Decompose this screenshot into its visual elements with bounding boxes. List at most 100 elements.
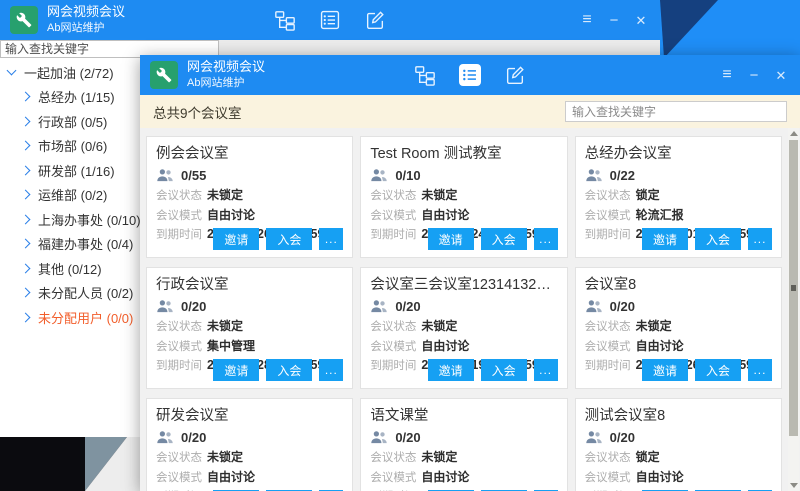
tree-item-label: 研发部 (1/16)	[38, 161, 115, 180]
people-icon	[370, 430, 388, 444]
room-list-content: 例会会议室 0/55 会议状态 未锁定 会议模式	[140, 128, 800, 491]
meeting-status-label: 会议状态	[370, 190, 418, 203]
more-button[interactable]: ...	[319, 359, 343, 381]
invite-button[interactable]: 邀请	[642, 359, 688, 381]
vertical-scrollbar[interactable]	[788, 128, 799, 491]
meeting-status-value: 未锁定	[421, 320, 457, 333]
occupancy-row: 0/20	[156, 298, 343, 314]
scroll-up-arrow-icon[interactable]	[790, 131, 798, 136]
people-icon	[156, 299, 174, 313]
meeting-status-label: 会议状态	[370, 452, 418, 465]
wallpaper-top-right	[650, 0, 800, 58]
meeting-status-value: 未锁定	[207, 189, 243, 202]
room-occupancy: 0/20	[181, 430, 206, 445]
org-chart-icon[interactable]	[274, 9, 296, 31]
meeting-room-card: 例会会议室 0/55 会议状态 未锁定 会议模式	[146, 136, 353, 258]
close-icon[interactable]: ✕	[772, 69, 790, 82]
join-button[interactable]: 入会	[481, 359, 527, 381]
more-button[interactable]: ...	[319, 228, 343, 250]
room-occupancy: 0/20	[181, 299, 206, 314]
meeting-status-row: 会议状态 未锁定	[370, 320, 557, 334]
org-chart-icon[interactable]	[414, 64, 436, 86]
more-button[interactable]: ...	[748, 359, 772, 381]
menu-icon[interactable]: ≡	[578, 12, 596, 28]
room-list-icon[interactable]	[319, 9, 341, 31]
scrollbar-thumb[interactable]	[789, 140, 798, 436]
meeting-status-row: 会议状态 未锁定	[585, 320, 772, 334]
window-controls: ≡ − ✕	[578, 12, 650, 28]
expire-time-label: 到期时间	[156, 229, 204, 242]
chevron-right-icon	[21, 312, 31, 322]
meeting-room-card: 语文课堂 0/20 会议状态 未锁定 会议模式	[360, 398, 567, 491]
invite-button[interactable]: 邀请	[213, 228, 259, 250]
meeting-status-label: 会议状态	[585, 190, 633, 203]
minimize-icon[interactable]: −	[745, 68, 763, 83]
room-grid: 例会会议室 0/55 会议状态 未锁定 会议模式	[146, 136, 782, 491]
room-search-input[interactable]	[565, 101, 787, 122]
app-title: 网会视频会议	[47, 4, 125, 21]
tree-item-label: 福建办事处 (0/4)	[38, 234, 133, 253]
room-title: 研发会议室	[156, 404, 343, 425]
join-button[interactable]: 入会	[266, 228, 312, 250]
tree-item[interactable]: 行政部 (0/5)	[0, 109, 145, 134]
tree-item[interactable]: 上海办事处 (0/10)	[0, 207, 145, 232]
meeting-status-label: 会议状态	[156, 452, 204, 465]
meeting-status-row: 会议状态 锁定	[585, 189, 772, 203]
compose-edit-icon[interactable]	[504, 64, 526, 86]
tree-item[interactable]: 总经办 (1/15)	[0, 85, 145, 110]
wallpaper-bottom-left	[0, 437, 141, 491]
invite-button[interactable]: 邀请	[642, 228, 688, 250]
tree-item-label: 一起加油 (2/72)	[24, 63, 114, 82]
people-icon	[585, 299, 603, 313]
more-button[interactable]: ...	[534, 359, 558, 381]
app-title: 网会视频会议	[187, 59, 265, 76]
meeting-status-label: 会议状态	[585, 321, 633, 334]
tree-item[interactable]: 未分配用户 (0/0)	[0, 305, 145, 330]
tree-item-root[interactable]: 一起加油 (2/72)	[0, 60, 145, 85]
people-icon	[585, 430, 603, 444]
occupancy-row: 0/20	[370, 429, 557, 445]
room-title: 测试会议室8	[585, 404, 772, 425]
more-button[interactable]: ...	[534, 228, 558, 250]
card-actions: 邀请 入会 ...	[642, 228, 772, 250]
people-icon	[585, 168, 603, 182]
menu-icon[interactable]: ≡	[718, 67, 736, 83]
join-button[interactable]: 入会	[695, 228, 741, 250]
join-button[interactable]: 入会	[695, 359, 741, 381]
tree-item-label: 行政部 (0/5)	[38, 112, 107, 131]
room-occupancy: 0/20	[610, 430, 635, 445]
invite-button[interactable]: 邀请	[213, 359, 259, 381]
minimize-icon[interactable]: −	[605, 13, 623, 28]
occupancy-row: 0/20	[585, 429, 772, 445]
app-subtitle: Ab网站维护	[187, 76, 265, 90]
meeting-mode-label: 会议模式	[156, 341, 204, 354]
expire-time-label: 到期时间	[370, 360, 418, 373]
card-actions: 邀请 入会 ...	[213, 228, 343, 250]
chevron-right-icon	[21, 288, 31, 298]
chevron-right-icon	[21, 165, 31, 175]
meeting-mode-row: 会议模式 自由讨论	[156, 471, 343, 485]
tree-item[interactable]: 未分配人员 (0/2)	[0, 281, 145, 306]
tree-item[interactable]: 研发部 (1/16)	[0, 158, 145, 183]
tree-item-label: 未分配人员 (0/2)	[38, 283, 133, 302]
tree-item[interactable]: 其他 (0/12)	[0, 256, 145, 281]
tree-item[interactable]: 市场部 (0/6)	[0, 134, 145, 159]
scroll-down-arrow-icon[interactable]	[790, 483, 798, 488]
expire-time-label: 到期时间	[585, 360, 633, 373]
close-icon[interactable]: ✕	[632, 14, 650, 27]
invite-button[interactable]: 邀请	[428, 359, 474, 381]
more-button[interactable]: ...	[748, 228, 772, 250]
tree-item[interactable]: 福建办事处 (0/4)	[0, 232, 145, 257]
meeting-mode-value: 自由讨论	[636, 340, 684, 353]
chevron-right-icon	[21, 239, 31, 249]
join-button[interactable]: 入会	[481, 228, 527, 250]
meeting-mode-label: 会议模式	[585, 341, 633, 354]
join-button[interactable]: 入会	[266, 359, 312, 381]
invite-button[interactable]: 邀请	[428, 228, 474, 250]
compose-edit-icon[interactable]	[364, 9, 386, 31]
meeting-mode-value: 自由讨论	[207, 471, 255, 484]
card-actions: 邀请 入会 ...	[428, 359, 558, 381]
tree-item[interactable]: 运维部 (0/2)	[0, 183, 145, 208]
room-list-icon-active[interactable]	[459, 64, 481, 86]
chevron-right-icon	[21, 116, 31, 126]
